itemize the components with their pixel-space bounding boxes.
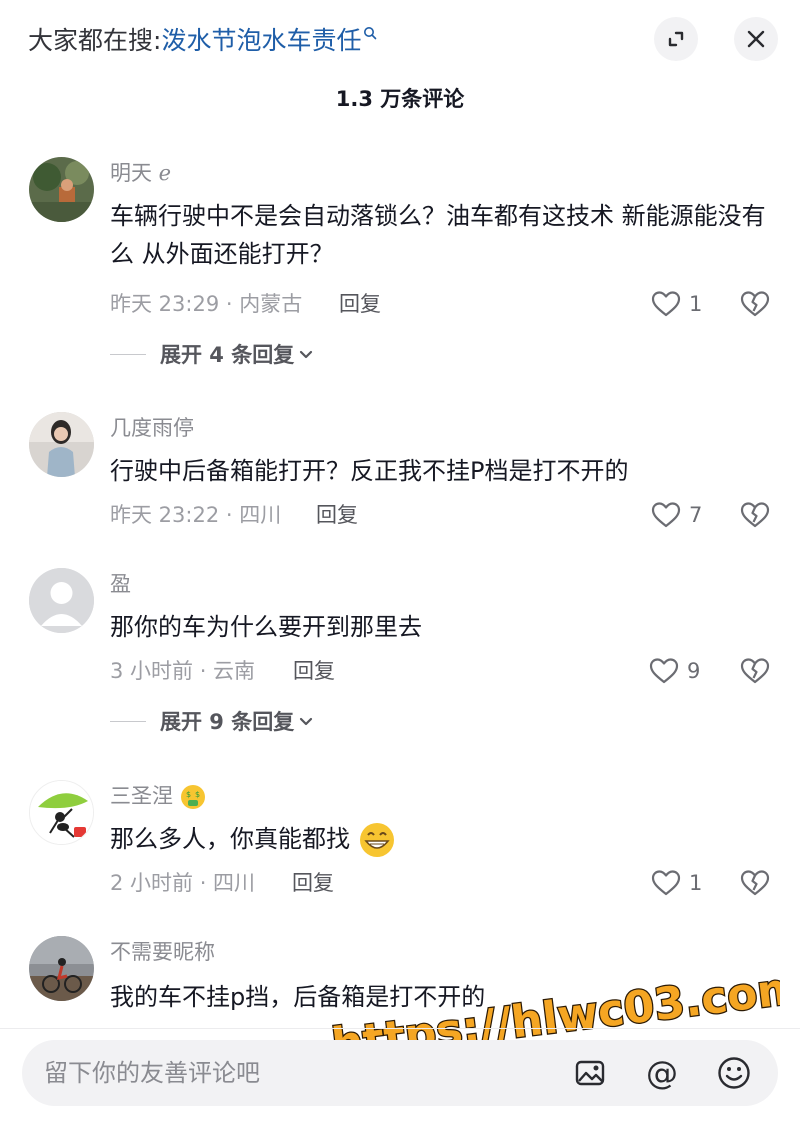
emoji-button[interactable] [716,1055,752,1091]
comment-item: 盈 那你的车为什么要开到那里去 3 小时前 · 云南 回复 9 展开 9 条回复 [0,568,800,738]
image-button[interactable] [572,1055,608,1091]
at-icon: @ [646,1054,678,1092]
expand-replies-label: 展开 9 条回复 [160,710,295,734]
broken-heart-icon[interactable] [740,500,770,530]
like-count: 7 [689,503,703,527]
smiley-icon [718,1057,750,1089]
like-count: 9 [687,659,701,683]
comment-item: 明天 ℯ 车辆行驶中不是会自动落锁么？油车都有这技术 新能源能没有么 从外面还能… [0,155,800,375]
reply-button[interactable]: 回复 [316,500,358,530]
comment-input[interactable] [44,1040,564,1106]
money-face-emoji-icon: $ $ [180,785,205,809]
heart-icon [651,291,681,317]
like-button[interactable]: 9 [649,656,700,686]
avatar[interactable] [29,412,94,477]
avatar[interactable] [29,568,94,633]
image-icon [575,1060,605,1086]
grin-emoji-icon [359,823,394,857]
comment-text: 车辆行驶中不是会自动落锁么？油车都有这技术 新能源能没有么 从外面还能打开？ [110,202,766,268]
avatar[interactable] [29,936,94,1001]
comment-meta: 昨天 23:22 · 四川 [110,503,282,527]
comment-meta: 3 小时前 · 云南 [110,659,256,683]
comment-username[interactable]: 盈 [110,570,131,598]
avatar[interactable] [29,157,94,222]
comment-item: 三圣涅 $ $ 那么多人，你真能都找 2 小时前 · 四川 回复 1 [0,780,800,910]
close-icon [747,30,765,48]
reply-button[interactable]: 回复 [293,656,335,686]
divider [110,720,146,722]
expand-replies[interactable]: 展开 9 条回复 [110,706,314,736]
comment-username[interactable]: 不需要昵称 [110,938,215,966]
comment-text: 那你的车为什么要开到那里去 [110,613,422,641]
chevron-down-icon [300,350,313,359]
comment-item: 不需要昵称 我的车不挂p挡，后备箱是打不开的 [0,936,800,1028]
like-button[interactable]: 7 [651,500,702,530]
like-count: 1 [689,292,703,316]
expand-button[interactable] [654,17,698,61]
reply-button[interactable]: 回复 [292,868,334,898]
avatar[interactable] [29,780,94,845]
heart-icon [651,502,681,528]
mention-button[interactable]: @ [644,1055,680,1091]
comment-text-content: 那么多人，你真能都找 [110,825,350,853]
hot-search[interactable]: 大家都在搜:泼水节泡水车责任 [28,24,377,58]
expand-replies[interactable]: 展开 4 条回复 [110,339,314,369]
expand-icon [668,31,684,47]
broken-heart-icon[interactable] [740,289,770,319]
comment-meta: 昨天 23:29 · 内蒙古 [110,292,303,316]
comment-text: 那么多人，你真能都找 [110,820,770,859]
broken-heart-icon[interactable] [740,656,770,686]
expand-replies-label: 展开 4 条回复 [160,343,295,367]
comment-text: 我的车不挂p挡，后备箱是打不开的 [110,983,486,1011]
heart-icon [649,658,679,684]
comment-username[interactable]: 三圣涅 $ $ [110,782,206,810]
top-bar: 大家都在搜:泼水节泡水车责任 [0,0,800,82]
comment-count: 1.3 万条评论 [335,87,465,111]
comment-username[interactable]: 明天 ℯ [110,159,171,187]
svg-text:$: $ [186,790,191,799]
svg-text:$: $ [195,790,200,799]
hot-search-prefix: 大家都在搜: [28,26,162,55]
comment-meta: 2 小时前 · 四川 [110,871,256,895]
heart-icon [651,870,681,896]
like-count: 1 [689,871,703,895]
divider [0,1028,800,1029]
comment-input-bar: @ [22,1040,778,1106]
hot-search-term[interactable]: 泼水节泡水车责任 [161,26,361,55]
chevron-down-icon [300,717,313,726]
reply-button[interactable]: 回复 [339,289,381,319]
comment-item: 几度雨停 行驶中后备箱能打开？反正我不挂P档是打不开的 昨天 23:22 · 四… [0,412,800,542]
comment-username[interactable]: 几度雨停 [110,414,194,442]
search-icon[interactable] [363,26,377,40]
like-button[interactable]: 1 [651,868,702,898]
broken-heart-icon[interactable] [740,868,770,898]
close-button[interactable] [734,17,778,61]
like-button[interactable]: 1 [651,289,702,319]
comment-username-text: 三圣涅 [110,784,173,808]
comment-text: 行驶中后备箱能打开？反正我不挂P档是打不开的 [110,457,629,485]
divider [110,353,146,355]
comment-panel: 大家都在搜:泼水节泡水车责任 1.3 万条评论 明天 ℯ 车辆行驶中不是会自动落… [0,0,800,1123]
